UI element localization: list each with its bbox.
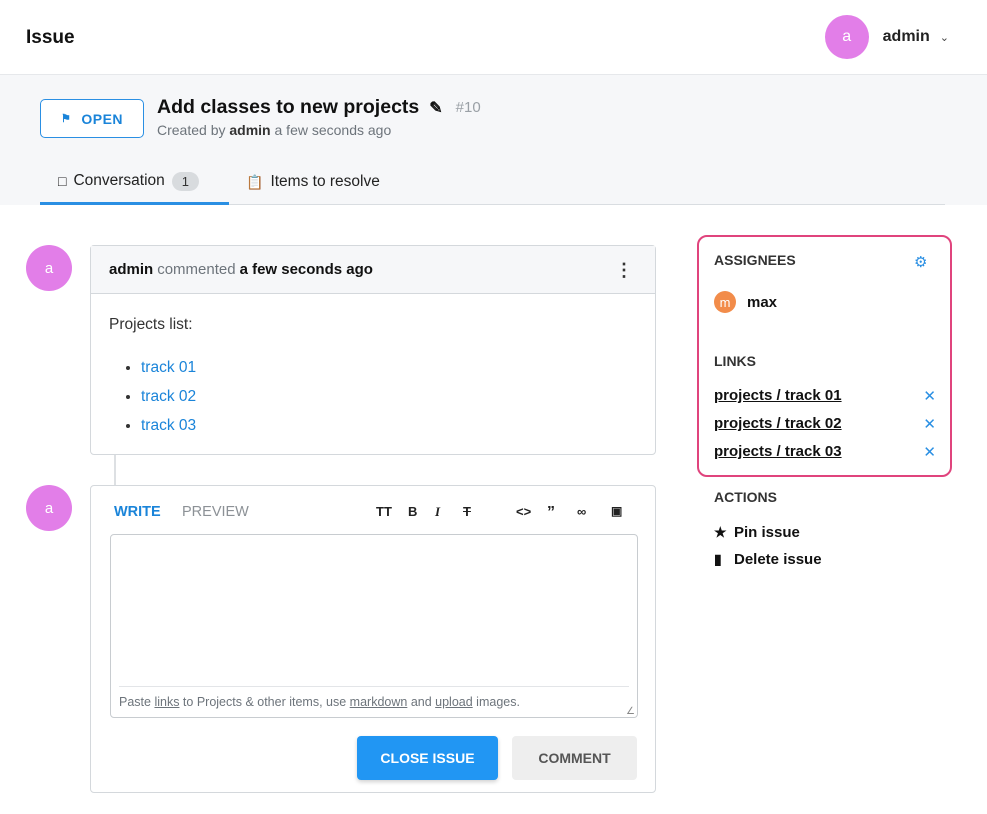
pin-issue-button[interactable]: ★ Pin issue [714,524,800,541]
more-options-icon[interactable]: ⋮ [615,260,633,281]
tab-items-label: Items to resolve [270,173,380,190]
comment-body: Projects list: track 01 track 02 track 0… [91,294,655,462]
user-name: admin [882,28,930,45]
linked-item[interactable]: projects / track 03 [714,443,842,460]
bold-icon[interactable]: B [408,504,417,519]
comment-textarea[interactable]: Paste links to Projects & other items, u… [110,534,638,718]
text-size-icon[interactable]: TT [376,504,392,519]
comment-avatar: a [26,245,72,291]
tab-write[interactable]: WRITE [114,504,161,520]
linked-item[interactable]: projects / track 02 [714,415,842,432]
project-link[interactable]: track 03 [141,417,196,434]
page-title: Issue [26,27,75,48]
user-avatar: a [824,15,869,59]
issue-title-row: Add classes to new projects ✎ #10 [157,96,481,119]
sidebar-highlight-box: ASSIGNEES ⚙ m max LINKS projects / track… [697,235,952,477]
hint-upload-link[interactable]: upload [435,695,473,709]
assignee-item[interactable]: m max [714,291,777,313]
pencil-icon[interactable]: ✎ [429,98,442,118]
links-title: LINKS [714,353,756,369]
comment-editor: WRITE PREVIEW TT B I T <> ” ∞ ▣ Paste li… [90,485,656,793]
image-icon[interactable]: ▣ [611,504,622,518]
tab-conversation-label: Conversation [73,172,165,189]
pin-issue-label: Pin issue [734,524,800,541]
assignees-title: ASSIGNEES [714,252,796,268]
assignee-avatar: m [714,291,736,313]
list-item: track 02 [141,382,637,411]
actions-title: ACTIONS [714,489,777,505]
created-when: a few seconds ago [274,122,392,138]
conversation-count-badge: 1 [171,171,200,191]
italic-icon[interactable]: I [435,504,440,520]
hint-text: Paste [119,695,155,709]
quote-icon[interactable]: ” [547,504,555,522]
issue-created-info: Created by admin a few seconds ago [157,122,391,138]
issue-title: Add classes to new projects [157,96,420,118]
user-menu[interactable]: a admin ⌄ [824,15,949,59]
star-icon: ★ [714,524,727,540]
comment-verb: commented [157,261,236,278]
close-icon[interactable]: ✕ [923,443,936,461]
flag-icon: ⚑ [60,113,72,125]
project-link[interactable]: track 01 [141,359,196,376]
trash-icon: ▮ [714,551,722,567]
hint-markdown-link[interactable]: markdown [350,695,408,709]
link-row: projects / track 03 ✕ [714,443,936,461]
comment-header: admin commented a few seconds ago ⋮ [91,246,655,294]
project-link[interactable]: track 02 [141,388,196,405]
tab-preview[interactable]: PREVIEW [182,504,249,520]
strikethrough-icon[interactable]: T [463,504,471,519]
thread-connector [114,455,116,485]
link-row: projects / track 01 ✕ [714,387,936,405]
comment-list: track 01 track 02 track 03 [109,353,637,440]
assignee-name: max [747,293,778,311]
comment-intro: Projects list: [109,316,193,333]
comment-card: admin commented a few seconds ago ⋮ Proj… [90,245,656,455]
link-icon[interactable]: ∞ [577,504,586,519]
status-label: OPEN [81,110,124,127]
hint-links-link[interactable]: links [154,695,179,709]
editor-avatar: a [26,485,72,531]
list-item: track 01 [141,353,637,382]
chevron-down-icon: ⌄ [939,31,949,44]
hint-text: images. [472,695,520,709]
gear-icon[interactable]: ⚙ [914,253,927,271]
comment-author: admin [109,261,154,278]
delete-issue-button[interactable]: ▮ Delete issue [714,551,822,568]
hint-text: and [407,695,436,709]
editor-hint: Paste links to Projects & other items, u… [119,686,629,709]
link-row: projects / track 02 ✕ [714,415,936,433]
status-open-button[interactable]: ⚑ OPEN [40,99,144,138]
code-icon[interactable]: <> [516,504,531,519]
tab-items-to-resolve[interactable]: 📋 Items to resolve [246,160,380,204]
comment-time: a few seconds ago [239,261,373,278]
created-by: admin [229,122,271,138]
resize-handle-icon[interactable]: ∠ [626,706,635,717]
chat-icon: □ [58,173,67,189]
close-issue-button[interactable]: CLOSE ISSUE [357,736,498,780]
created-prefix: Created by [157,122,226,138]
close-icon[interactable]: ✕ [923,415,936,433]
delete-issue-label: Delete issue [734,551,822,568]
top-bar: Issue a admin ⌄ [0,0,987,75]
issue-tabs: □ Conversation 1 📋 Items to resolve [40,160,945,205]
linked-item[interactable]: projects / track 01 [714,387,842,404]
clipboard-icon: 📋 [246,173,264,190]
comment-button[interactable]: COMMENT [512,736,637,780]
close-icon[interactable]: ✕ [923,387,936,405]
tab-conversation[interactable]: □ Conversation 1 [40,160,229,205]
list-item: track 03 [141,411,637,440]
issue-number: #10 [455,99,481,116]
hint-text: to Projects & other items, use [179,695,350,709]
